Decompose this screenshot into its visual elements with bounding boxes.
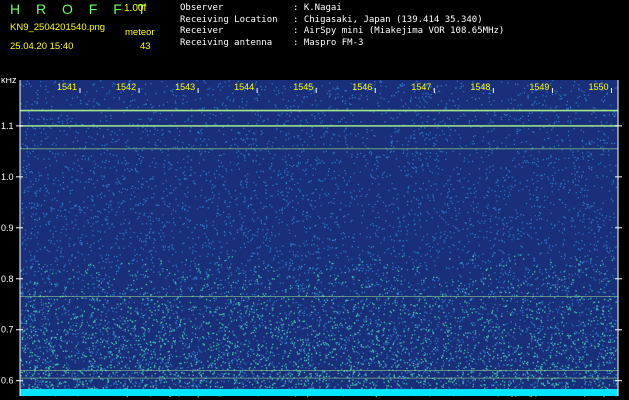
y-tick-label: 0.6 xyxy=(1,376,14,386)
x-tick-label: 1548 xyxy=(470,82,490,92)
y-axis-label: kHz xyxy=(1,78,17,85)
meteor-label: meteor xyxy=(125,27,155,38)
station-info: Observer: K.Nagai Receiving Location: Ch… xyxy=(180,3,504,49)
x-tick-label: 1546 xyxy=(352,82,372,92)
x-tick-label: 1547 xyxy=(411,82,431,92)
x-tick-label: 1545 xyxy=(293,82,313,92)
x-tick-label: 1544 xyxy=(234,82,254,92)
spectrogram-panel: 1.1 1.0 0.9 0.8 0.7 0.6 kHz 1541 1542 1543 1544 154… xyxy=(0,78,629,400)
date-time: 25.04.20 15:40 xyxy=(10,41,74,52)
x-tick-label: 1550 xyxy=(588,82,608,92)
y-tick-label: 1.0 xyxy=(1,172,14,182)
y-tick-label: 0.9 xyxy=(1,223,14,233)
meteor-count: 43 xyxy=(140,41,151,52)
y-tick-label: 0.7 xyxy=(1,325,14,335)
spectrogram-background xyxy=(20,80,618,396)
y-tick-label: 0.8 xyxy=(1,274,14,284)
app-version: 1.00f xyxy=(124,3,147,14)
x-tick-label: 1541 xyxy=(57,82,77,92)
x-tick-label: 1542 xyxy=(116,82,136,92)
x-tick-label: 1549 xyxy=(529,82,549,92)
info-row-receiver: Receiver: AirSpy mini (Miakejima VOR 108… xyxy=(180,26,505,37)
spectrogram-chart: 1.1 1.0 0.9 0.8 0.7 0.6 kHz 1541 1542 1543 1544 154… xyxy=(0,78,629,400)
x-tick-label: 1543 xyxy=(175,82,195,92)
y-tick-label: 1.1 xyxy=(1,121,14,131)
info-row-observer: Observer: K.Nagai xyxy=(180,3,342,13)
header-panel: H R O F F T 1.00f KN9_2504201540.png met… xyxy=(0,0,629,78)
file-name: KN9_2504201540.png xyxy=(10,22,106,33)
bottom-band xyxy=(20,389,618,396)
info-row-location: Receiving Location: Chigasaki, Japan (13… xyxy=(180,14,483,25)
info-row-antenna: Receiving antenna: Maspro FM-3 xyxy=(180,37,364,48)
